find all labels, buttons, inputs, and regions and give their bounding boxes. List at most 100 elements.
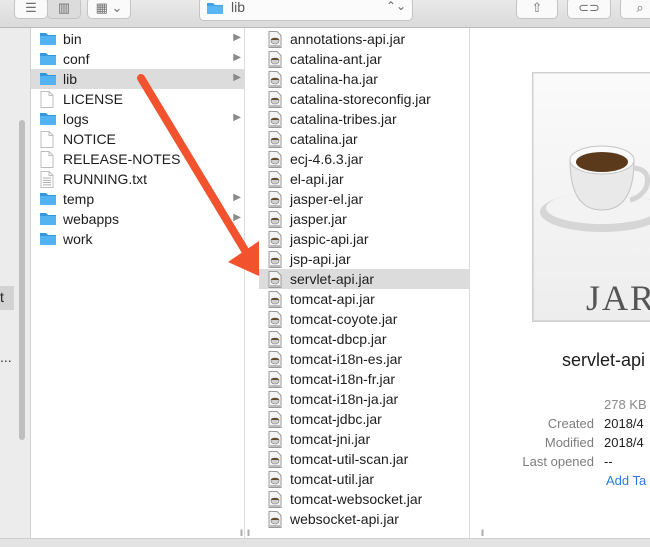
- list-item[interactable]: websocket-api.jar: [259, 509, 469, 529]
- list-item[interactable]: tomcat-coyote.jar: [259, 309, 469, 329]
- list-item[interactable]: logs ▶: [31, 109, 244, 129]
- list-item[interactable]: lib ▶: [31, 69, 244, 89]
- sidebar-scrollbar[interactable]: [19, 120, 25, 440]
- list-item-label: temp: [63, 191, 95, 207]
- jar-file-icon: [268, 191, 282, 208]
- list-item-label: NOTICE: [63, 131, 116, 147]
- list-item-label: tomcat-util.jar: [290, 471, 375, 487]
- list-item[interactable]: RUNNING.txt: [31, 169, 244, 189]
- sidebar-truncated-label: ...: [0, 349, 12, 365]
- list-item[interactable]: tomcat-i18n-ja.jar: [259, 389, 469, 409]
- jar-file-icon: [268, 431, 282, 448]
- document-icon: [40, 151, 54, 168]
- list-item[interactable]: tomcat-util.jar: [259, 469, 469, 489]
- list-item[interactable]: NOTICE: [31, 129, 244, 149]
- jar-file-icon: [268, 411, 282, 428]
- document-icon: [40, 91, 54, 108]
- jar-file-icon: [268, 231, 282, 248]
- list-item[interactable]: jasper.jar: [259, 209, 469, 229]
- search-button[interactable]: ⌕: [620, 0, 650, 19]
- list-item-label: el-api.jar: [290, 171, 344, 187]
- list-item[interactable]: jsp-api.jar: [259, 249, 469, 269]
- list-item-label: annotations-api.jar: [290, 31, 406, 47]
- list-item[interactable]: tomcat-util-scan.jar: [259, 449, 469, 469]
- list-item-label: catalina-storeconfig.jar: [290, 91, 431, 107]
- list-item-label: servlet-api.jar: [290, 271, 375, 287]
- folder-icon: [40, 193, 56, 205]
- list-item[interactable]: ecj-4.6.3.jar: [259, 149, 469, 169]
- list-item-label: LICENSE: [63, 91, 123, 107]
- gallery-view-icon: ▦ ⌄: [95, 0, 123, 15]
- sidebar-selected-label: t: [0, 289, 4, 305]
- list-item[interactable]: jasper-el.jar: [259, 189, 469, 209]
- list-item-label: jsp-api.jar: [290, 251, 351, 267]
- tag-icon: ⊂⊃: [578, 0, 600, 15]
- list-item[interactable]: tomcat-jni.jar: [259, 429, 469, 449]
- list-item[interactable]: tomcat-websocket.jar: [259, 489, 469, 509]
- chevron-right-icon: ▶: [233, 72, 241, 83]
- list-item[interactable]: jaspic-api.jar: [259, 229, 469, 249]
- list-item[interactable]: annotations-api.jar: [259, 29, 469, 49]
- document-icon: [40, 131, 54, 148]
- list-item[interactable]: bin ▶: [31, 29, 244, 49]
- jar-file-icon: JAR: [532, 72, 650, 322]
- list-item-label: tomcat-jni.jar: [290, 431, 371, 447]
- list-item-label: tomcat-i18n-ja.jar: [290, 391, 399, 407]
- list-item-label: tomcat-coyote.jar: [290, 311, 398, 327]
- column-resize-handle[interactable]: ll: [247, 528, 250, 538]
- chevron-right-icon: ▶: [233, 112, 241, 123]
- list-item[interactable]: tomcat-dbcp.jar: [259, 329, 469, 349]
- list-item-label: jasper-el.jar: [290, 191, 364, 207]
- share-button[interactable]: ⇧: [516, 0, 558, 19]
- jar-file-icon: [268, 351, 282, 368]
- list-item[interactable]: tomcat-jdbc.jar: [259, 409, 469, 429]
- column-view-button[interactable]: ▥: [47, 0, 81, 19]
- jar-file-icon: [268, 211, 282, 228]
- list-item[interactable]: tomcat-i18n-es.jar: [259, 349, 469, 369]
- list-item-label: catalina-tribes.jar: [290, 111, 397, 127]
- list-item[interactable]: el-api.jar: [259, 169, 469, 189]
- modified-label: Modified: [544, 435, 594, 450]
- last-opened-label: Last opened: [522, 454, 594, 469]
- list-item-label: logs: [63, 111, 89, 127]
- jar-file-icon: [268, 271, 282, 288]
- path-popup[interactable]: lib ⌃⌄: [199, 0, 413, 21]
- list-item[interactable]: catalina-tribes.jar: [259, 109, 469, 129]
- list-item[interactable]: temp ▶: [31, 189, 244, 209]
- jar-file-icon: [268, 331, 282, 348]
- list-item-label: jasper.jar: [290, 211, 347, 227]
- jar-file-icon: [268, 71, 282, 88]
- list-item[interactable]: RELEASE-NOTES: [31, 149, 244, 169]
- list-item[interactable]: webapps ▶: [31, 209, 244, 229]
- list-item[interactable]: catalina-ha.jar: [259, 69, 469, 89]
- list-item[interactable]: catalina-storeconfig.jar: [259, 89, 469, 109]
- jar-file-icon: [268, 511, 282, 528]
- list-item[interactable]: tomcat-i18n-fr.jar: [259, 369, 469, 389]
- text-file-icon: [40, 171, 54, 188]
- list-item[interactable]: servlet-api.jar: [259, 269, 469, 289]
- list-item[interactable]: tomcat-api.jar: [259, 289, 469, 309]
- created-value: 2018/4: [604, 416, 644, 431]
- list-item-label: catalina-ha.jar: [290, 71, 378, 87]
- preview-pane: JAR servlet-api 278 KB Created 2018/4 Mo…: [470, 28, 650, 538]
- list-view-button[interactable]: ☰: [14, 0, 48, 19]
- jar-icon-label: JAR: [586, 278, 650, 318]
- list-item[interactable]: LICENSE: [31, 89, 244, 109]
- list-item-label: lib: [63, 71, 78, 87]
- folder-icon: [40, 33, 56, 45]
- column-resize-handle[interactable]: ll: [240, 528, 243, 538]
- preview-size: 278 KB: [604, 397, 647, 412]
- add-tags-link[interactable]: Add Ta: [606, 473, 646, 488]
- jar-file-icon: [268, 151, 282, 168]
- sidebar: t ...: [0, 28, 31, 538]
- tag-button[interactable]: ⊂⊃: [567, 0, 611, 19]
- group-view-button[interactable]: ▦ ⌄: [87, 0, 131, 19]
- chevron-right-icon: ▶: [233, 52, 241, 63]
- list-item-label: tomcat-websocket.jar: [290, 491, 423, 507]
- jar-file-icon: [268, 491, 282, 508]
- list-item[interactable]: catalina-ant.jar: [259, 49, 469, 69]
- list-item[interactable]: catalina.jar: [259, 129, 469, 149]
- list-item[interactable]: conf ▶: [31, 49, 244, 69]
- list-item[interactable]: work: [31, 229, 244, 249]
- folder-icon: [40, 73, 56, 85]
